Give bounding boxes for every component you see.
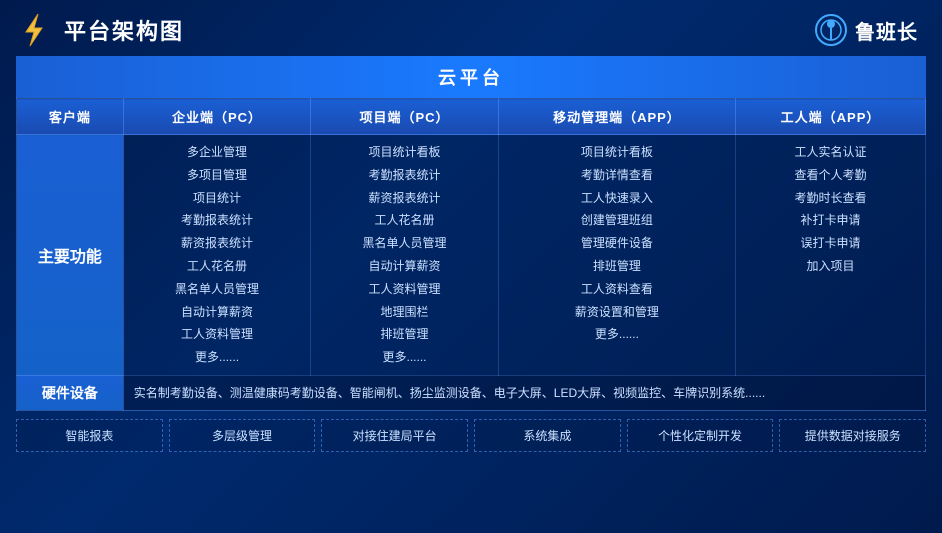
logo-icon [16, 12, 52, 48]
column-header-row: 客户端 企业端（PC） 项目端（PC） 移动管理端（APP） 工人端（APP） [17, 99, 926, 135]
hardware-label: 硬件设备 [17, 375, 124, 410]
feature-item: 系统集成 [474, 419, 621, 452]
header-left: 平台架构图 [16, 12, 184, 48]
feature-item: 多层级管理 [169, 419, 316, 452]
worker-functions: 工人实名认证查看个人考勤考勤时长查看补打卡申请误打卡申请加入项目 [736, 135, 926, 376]
func-item: 工人快速录入 [507, 187, 727, 210]
project-functions: 项目统计看板考勤报表统计薪资报表统计工人花名册黑名单人员管理自动计算薪资工人资料… [311, 135, 498, 376]
func-item: 多企业管理 [132, 141, 302, 164]
func-item: 黑名单人员管理 [132, 278, 302, 301]
hardware-row: 硬件设备 实名制考勤设备、测温健康码考勤设备、智能闸机、扬尘监测设备、电子大屏、… [17, 375, 926, 410]
func-item: 排班管理 [507, 255, 727, 278]
feature-item: 提供数据对接服务 [779, 419, 926, 452]
main-function-label: 主要功能 [17, 135, 124, 376]
func-item: 查看个人考勤 [744, 164, 917, 187]
cloud-label: 云平台 [438, 68, 504, 88]
page-title: 平台架构图 [64, 14, 184, 46]
func-item: 薪资报表统计 [319, 187, 489, 210]
col-worker: 工人端（APP） [736, 99, 926, 135]
func-item: 考勤报表统计 [132, 209, 302, 232]
col-mobile: 移动管理端（APP） [498, 99, 735, 135]
func-item: 考勤报表统计 [319, 164, 489, 187]
col-project: 项目端（PC） [311, 99, 498, 135]
mobile-functions: 项目统计看板考勤详情查看工人快速录入创建管理班组管理硬件设备排班管理工人资料查看… [498, 135, 735, 376]
func-item: 更多...... [132, 346, 302, 369]
main-function-row: 主要功能 多企业管理多项目管理项目统计考勤报表统计薪资报表统计工人花名册黑名单人… [17, 135, 926, 376]
func-item: 工人花名册 [132, 255, 302, 278]
func-item: 创建管理班组 [507, 209, 727, 232]
feature-item: 个性化定制开发 [627, 419, 774, 452]
func-item: 更多...... [507, 323, 727, 346]
feature-item: 智能报表 [16, 419, 163, 452]
func-item: 考勤时长查看 [744, 187, 917, 210]
col-enterprise: 企业端（PC） [123, 99, 310, 135]
features-row: 智能报表多层级管理对接住建局平台系统集成个性化定制开发提供数据对接服务 [16, 419, 926, 452]
platform-table: 客户端 企业端（PC） 项目端（PC） 移动管理端（APP） 工人端（APP） … [16, 98, 926, 411]
func-item: 项目统计 [132, 187, 302, 210]
func-item: 地理围栏 [319, 301, 489, 324]
func-item: 排班管理 [319, 323, 489, 346]
header: 平台架构图 鲁班长 [0, 0, 942, 56]
func-item: 更多...... [319, 346, 489, 369]
func-item: 薪资报表统计 [132, 232, 302, 255]
func-item: 工人资料管理 [319, 278, 489, 301]
func-item: 工人花名册 [319, 209, 489, 232]
func-item: 自动计算薪资 [132, 301, 302, 324]
brand-logo: 鲁班长 [815, 14, 918, 46]
func-item: 工人资料管理 [132, 323, 302, 346]
func-item: 项目统计看板 [507, 141, 727, 164]
enterprise-functions: 多企业管理多项目管理项目统计考勤报表统计薪资报表统计工人花名册黑名单人员管理自动… [123, 135, 310, 376]
hardware-content: 实名制考勤设备、测温健康码考勤设备、智能闸机、扬尘监测设备、电子大屏、LED大屏… [123, 375, 925, 410]
func-item: 薪资设置和管理 [507, 301, 727, 324]
func-item: 考勤详情查看 [507, 164, 727, 187]
func-item: 加入项目 [744, 255, 917, 278]
func-item: 工人实名认证 [744, 141, 917, 164]
func-item: 多项目管理 [132, 164, 302, 187]
brand-icon [815, 14, 847, 46]
main-content: 云平台 客户端 企业端（PC） 项目端（PC） 移动管理端（APP） 工人端（A… [0, 56, 942, 462]
func-item: 管理硬件设备 [507, 232, 727, 255]
func-item: 自动计算薪资 [319, 255, 489, 278]
func-item: 项目统计看板 [319, 141, 489, 164]
cloud-banner: 云平台 [16, 56, 926, 98]
func-item: 补打卡申请 [744, 209, 917, 232]
feature-item: 对接住建局平台 [321, 419, 468, 452]
func-item: 工人资料查看 [507, 278, 727, 301]
col-client: 客户端 [17, 99, 124, 135]
func-item: 黑名单人员管理 [319, 232, 489, 255]
brand-name: 鲁班长 [855, 16, 918, 45]
func-item: 误打卡申请 [744, 232, 917, 255]
